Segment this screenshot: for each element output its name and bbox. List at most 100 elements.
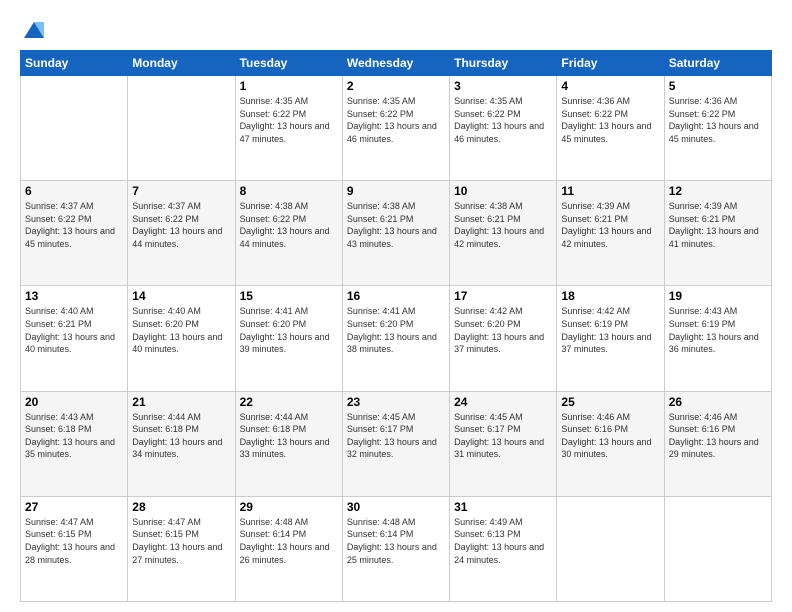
day-number: 7 [132, 184, 230, 198]
calendar-cell [557, 496, 664, 601]
day-number: 19 [669, 289, 767, 303]
cell-daylight-info: Sunrise: 4:35 AM Sunset: 6:22 PM Dayligh… [240, 95, 338, 145]
cell-daylight-info: Sunrise: 4:44 AM Sunset: 6:18 PM Dayligh… [240, 411, 338, 461]
day-header-tuesday: Tuesday [235, 51, 342, 76]
day-number: 9 [347, 184, 445, 198]
cell-daylight-info: Sunrise: 4:38 AM Sunset: 6:21 PM Dayligh… [454, 200, 552, 250]
cell-daylight-info: Sunrise: 4:35 AM Sunset: 6:22 PM Dayligh… [454, 95, 552, 145]
cell-daylight-info: Sunrise: 4:43 AM Sunset: 6:19 PM Dayligh… [669, 305, 767, 355]
calendar-table: SundayMondayTuesdayWednesdayThursdayFrid… [20, 50, 772, 602]
calendar-cell: 21Sunrise: 4:44 AM Sunset: 6:18 PM Dayli… [128, 391, 235, 496]
cell-daylight-info: Sunrise: 4:45 AM Sunset: 6:17 PM Dayligh… [347, 411, 445, 461]
calendar-cell: 16 Sunrise: 4:41 AM Sunset: 6:20 PM Dayli… [342, 286, 449, 391]
calendar-week-row: 6Sunrise: 4:37 AM Sunset: 6:22 PM Daylig… [21, 181, 772, 286]
day-number: 17 [454, 289, 552, 303]
calendar-cell: 2 Sunrise: 4:35 AM Sunset: 6:22 PM Daylig… [342, 76, 449, 181]
cell-daylight-info: Sunrise: 4:41 AM Sunset: 6:20 PM Dayligh… [240, 305, 338, 355]
calendar-cell: 17 Sunrise: 4:42 AM Sunset: 6:20 PM Dayli… [450, 286, 557, 391]
day-number: 30 [347, 500, 445, 514]
calendar-cell: 27 Sunrise: 4:47 AM Sunset: 6:15 PM Dayli… [21, 496, 128, 601]
cell-daylight-info: Sunrise: 4:36 AM Sunset: 6:22 PM Dayligh… [561, 95, 659, 145]
day-number: 12 [669, 184, 767, 198]
day-header-monday: Monday [128, 51, 235, 76]
calendar-cell: 6Sunrise: 4:37 AM Sunset: 6:22 PM Daylig… [21, 181, 128, 286]
day-number: 26 [669, 395, 767, 409]
calendar-week-row: 20 Sunrise: 4:43 AM Sunset: 6:18 PM Dayli… [21, 391, 772, 496]
calendar-cell: 7 Sunrise: 4:37 AM Sunset: 6:22 PM Daylig… [128, 181, 235, 286]
cell-daylight-info: Sunrise: 4:42 AM Sunset: 6:19 PM Dayligh… [561, 305, 659, 355]
cell-daylight-info: Sunrise: 4:45 AM Sunset: 6:17 PM Dayligh… [454, 411, 552, 461]
day-number: 5 [669, 79, 767, 93]
calendar-cell: 30 Sunrise: 4:48 AM Sunset: 6:14 PM Dayli… [342, 496, 449, 601]
day-number: 15 [240, 289, 338, 303]
calendar-cell: 1Sunrise: 4:35 AM Sunset: 6:22 PM Daylig… [235, 76, 342, 181]
day-number: 10 [454, 184, 552, 198]
day-number: 23 [347, 395, 445, 409]
cell-daylight-info: Sunrise: 4:46 AM Sunset: 6:16 PM Dayligh… [669, 411, 767, 461]
day-number: 31 [454, 500, 552, 514]
calendar-cell: 10 Sunrise: 4:38 AM Sunset: 6:21 PM Dayli… [450, 181, 557, 286]
calendar-cell: 5Sunrise: 4:36 AM Sunset: 6:22 PM Daylig… [664, 76, 771, 181]
day-number: 2 [347, 79, 445, 93]
day-number: 27 [25, 500, 123, 514]
cell-daylight-info: Sunrise: 4:47 AM Sunset: 6:15 PM Dayligh… [25, 516, 123, 566]
calendar-cell: 3 Sunrise: 4:35 AM Sunset: 6:22 PM Daylig… [450, 76, 557, 181]
cell-daylight-info: Sunrise: 4:38 AM Sunset: 6:21 PM Dayligh… [347, 200, 445, 250]
cell-daylight-info: Sunrise: 4:39 AM Sunset: 6:21 PM Dayligh… [669, 200, 767, 250]
cell-daylight-info: Sunrise: 4:44 AM Sunset: 6:18 PM Dayligh… [132, 411, 230, 461]
calendar-cell: 18 Sunrise: 4:42 AM Sunset: 6:19 PM Dayli… [557, 286, 664, 391]
calendar-cell: 15 Sunrise: 4:41 AM Sunset: 6:20 PM Dayli… [235, 286, 342, 391]
logo [20, 16, 52, 44]
calendar-cell: 22 Sunrise: 4:44 AM Sunset: 6:18 PM Dayli… [235, 391, 342, 496]
day-number: 16 [347, 289, 445, 303]
cell-daylight-info: Sunrise: 4:38 AM Sunset: 6:22 PM Dayligh… [240, 200, 338, 250]
day-number: 14 [132, 289, 230, 303]
calendar-cell: 20 Sunrise: 4:43 AM Sunset: 6:18 PM Dayli… [21, 391, 128, 496]
day-number: 24 [454, 395, 552, 409]
cell-daylight-info: Sunrise: 4:42 AM Sunset: 6:20 PM Dayligh… [454, 305, 552, 355]
cell-daylight-info: Sunrise: 4:43 AM Sunset: 6:18 PM Dayligh… [25, 411, 123, 461]
calendar-cell: 11Sunrise: 4:39 AM Sunset: 6:21 PM Dayli… [557, 181, 664, 286]
calendar-cell: 24 Sunrise: 4:45 AM Sunset: 6:17 PM Dayli… [450, 391, 557, 496]
cell-daylight-info: Sunrise: 4:35 AM Sunset: 6:22 PM Dayligh… [347, 95, 445, 145]
calendar-header-row: SundayMondayTuesdayWednesdayThursdayFrid… [21, 51, 772, 76]
day-number: 4 [561, 79, 659, 93]
cell-daylight-info: Sunrise: 4:41 AM Sunset: 6:20 PM Dayligh… [347, 305, 445, 355]
day-header-friday: Friday [557, 51, 664, 76]
calendar-cell: 31 Sunrise: 4:49 AM Sunset: 6:13 PM Dayli… [450, 496, 557, 601]
day-number: 3 [454, 79, 552, 93]
day-header-sunday: Sunday [21, 51, 128, 76]
day-number: 25 [561, 395, 659, 409]
calendar-cell: 28 Sunrise: 4:47 AM Sunset: 6:15 PM Dayli… [128, 496, 235, 601]
day-header-thursday: Thursday [450, 51, 557, 76]
calendar-cell: 25Sunrise: 4:46 AM Sunset: 6:16 PM Dayli… [557, 391, 664, 496]
day-header-saturday: Saturday [664, 51, 771, 76]
day-number: 18 [561, 289, 659, 303]
day-number: 20 [25, 395, 123, 409]
calendar-cell [128, 76, 235, 181]
cell-daylight-info: Sunrise: 4:48 AM Sunset: 6:14 PM Dayligh… [347, 516, 445, 566]
cell-daylight-info: Sunrise: 4:37 AM Sunset: 6:22 PM Dayligh… [25, 200, 123, 250]
calendar-cell [21, 76, 128, 181]
calendar-cell: 9 Sunrise: 4:38 AM Sunset: 6:21 PM Daylig… [342, 181, 449, 286]
cell-daylight-info: Sunrise: 4:49 AM Sunset: 6:13 PM Dayligh… [454, 516, 552, 566]
calendar-cell: 19 Sunrise: 4:43 AM Sunset: 6:19 PM Dayli… [664, 286, 771, 391]
cell-daylight-info: Sunrise: 4:37 AM Sunset: 6:22 PM Dayligh… [132, 200, 230, 250]
calendar-week-row: 27 Sunrise: 4:47 AM Sunset: 6:15 PM Dayli… [21, 496, 772, 601]
cell-daylight-info: Sunrise: 4:40 AM Sunset: 6:21 PM Dayligh… [25, 305, 123, 355]
day-number: 22 [240, 395, 338, 409]
day-number: 8 [240, 184, 338, 198]
calendar-cell: 23 Sunrise: 4:45 AM Sunset: 6:17 PM Dayli… [342, 391, 449, 496]
calendar-week-row: 1Sunrise: 4:35 AM Sunset: 6:22 PM Daylig… [21, 76, 772, 181]
calendar-cell: 12 Sunrise: 4:39 AM Sunset: 6:21 PM Dayli… [664, 181, 771, 286]
calendar-cell: 8 Sunrise: 4:38 AM Sunset: 6:22 PM Daylig… [235, 181, 342, 286]
cell-daylight-info: Sunrise: 4:47 AM Sunset: 6:15 PM Dayligh… [132, 516, 230, 566]
calendar-cell: 26 Sunrise: 4:46 AM Sunset: 6:16 PM Dayli… [664, 391, 771, 496]
calendar-cell: 29Sunrise: 4:48 AM Sunset: 6:14 PM Dayli… [235, 496, 342, 601]
day-number: 11 [561, 184, 659, 198]
logo-icon [20, 16, 48, 44]
cell-daylight-info: Sunrise: 4:40 AM Sunset: 6:20 PM Dayligh… [132, 305, 230, 355]
day-number: 28 [132, 500, 230, 514]
calendar-cell: 14 Sunrise: 4:40 AM Sunset: 6:20 PM Dayli… [128, 286, 235, 391]
day-number: 13 [25, 289, 123, 303]
